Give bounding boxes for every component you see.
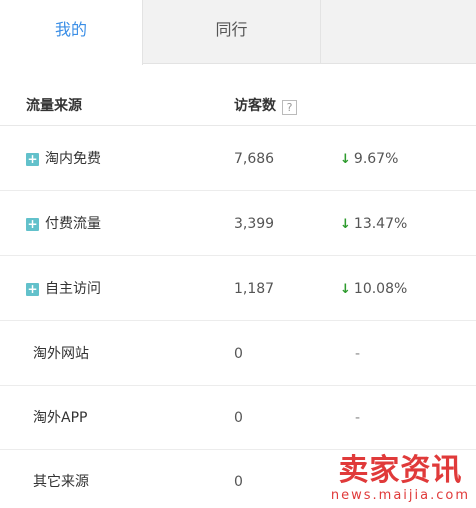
change-value: -: [355, 410, 361, 426]
visitors-value: 1,187: [234, 281, 275, 297]
tab-peers[interactable]: 同行: [143, 0, 321, 64]
visitors-value: 0: [234, 346, 243, 362]
column-header-visitors-label: 访客数: [234, 98, 276, 114]
change-value: 13.47%: [353, 216, 408, 232]
table-header: 流量来源 访客数?: [0, 64, 476, 126]
expand-icon[interactable]: +: [26, 283, 39, 296]
visitors-value: 3,399: [234, 216, 275, 232]
table-row[interactable]: 淘外网站 0 -: [0, 322, 476, 386]
table-row[interactable]: + 付费流量 3,399 ↓ 13.47%: [0, 192, 476, 256]
change-value: 9.67%: [353, 151, 399, 167]
change-cell: ↓ 9.67%: [340, 127, 398, 191]
traffic-source-panel: 我的 同行 流量来源 访客数? + 淘内免费 7,686 ↓ 9.67% + 付费流量…: [0, 0, 476, 508]
tab-bar: 我的 同行: [0, 0, 476, 65]
table-row[interactable]: + 淘内免费 7,686 ↓ 9.67%: [0, 127, 476, 191]
source-name: 淘外网站: [33, 346, 89, 362]
change-cell: ↓ 10.08%: [340, 257, 407, 321]
visitors-value: 0: [234, 474, 243, 490]
source-name: 自主访问: [45, 281, 101, 297]
table-row[interactable]: + 自主访问 1,187 ↓ 10.08%: [0, 257, 476, 321]
watermark-title: 卖家资讯: [338, 453, 463, 488]
change-cell: ↓ 13.47%: [340, 192, 407, 256]
table-row[interactable]: 淘外APP 0 -: [0, 386, 476, 450]
change-value: 10.08%: [353, 281, 408, 297]
column-header-source: 流量来源: [26, 98, 82, 114]
tab-mine[interactable]: 我的: [0, 0, 143, 65]
watermark-url: news.maijia.com: [330, 488, 470, 503]
down-arrow-icon: ↓: [340, 217, 351, 232]
source-name-cell: + 自主访问: [26, 257, 101, 321]
change-value: -: [355, 346, 361, 362]
source-name: 其它来源: [33, 474, 89, 490]
down-arrow-icon: ↓: [340, 282, 351, 297]
source-name: 付费流量: [45, 216, 101, 232]
visitors-value: 0: [234, 410, 243, 426]
source-name-cell: + 付费流量: [26, 192, 101, 256]
source-name: 淘外APP: [33, 410, 88, 426]
visitors-value: 7,686: [234, 151, 275, 167]
down-arrow-icon: ↓: [340, 152, 351, 167]
source-name: 淘内免费: [45, 151, 101, 167]
source-name-cell: + 淘内免费: [26, 127, 101, 191]
column-header-visitors: 访客数?: [234, 64, 297, 126]
help-icon[interactable]: ?: [282, 100, 297, 115]
expand-icon[interactable]: +: [26, 218, 39, 231]
watermark-logo: 卖家资讯 news.maijia.com: [331, 454, 470, 504]
expand-icon[interactable]: +: [26, 153, 39, 166]
tab-bar-filler: [321, 0, 476, 64]
